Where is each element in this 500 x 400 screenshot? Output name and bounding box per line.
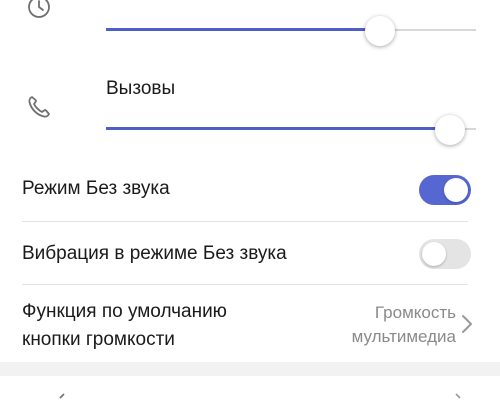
volume-key-function-label-line1: Функция по умолчанию bbox=[22, 301, 227, 322]
section-separator bbox=[0, 362, 500, 376]
volume-key-function-value: Громкость мультимедиа bbox=[352, 301, 456, 349]
volume-key-function-label: Функция по умолчанию кнопки громкости bbox=[22, 298, 227, 354]
slider-fill bbox=[106, 127, 451, 130]
slider-fill bbox=[106, 28, 380, 31]
silent-mode-toggle[interactable] bbox=[419, 175, 471, 205]
slider-thumb[interactable] bbox=[435, 115, 466, 145]
slider-thumb[interactable] bbox=[364, 16, 395, 46]
vibrate-in-silent-row[interactable]: Вибрация в режиме Без звука bbox=[0, 222, 500, 284]
vibrate-in-silent-label: Вибрация в режиме Без звука bbox=[22, 243, 287, 264]
phone-icon bbox=[24, 92, 54, 122]
volume-key-function-value-line1: Громкость bbox=[374, 303, 456, 322]
next-section-row bbox=[0, 376, 500, 400]
sound-settings-screen: Вызовы Режим Без звука Вибрация в режиме… bbox=[0, 0, 500, 400]
calls-volume-label: Вызовы bbox=[106, 78, 176, 99]
toggle-knob bbox=[422, 242, 446, 266]
silent-mode-row[interactable]: Режим Без звука bbox=[0, 160, 500, 220]
vibrate-in-silent-toggle[interactable] bbox=[419, 239, 471, 269]
toggle-knob bbox=[444, 178, 468, 202]
volume-key-function-value-line2: мультимедиа bbox=[351, 327, 456, 346]
chevron-right-icon bbox=[460, 313, 474, 335]
volume-key-function-label-line2: кнопки громкости bbox=[22, 329, 175, 350]
calls-volume-slider[interactable] bbox=[106, 115, 476, 145]
clock-icon bbox=[24, 0, 54, 22]
cropped-content-icon bbox=[59, 393, 461, 399]
silent-mode-label: Режим Без звука bbox=[22, 178, 170, 199]
volume-key-function-row[interactable]: Функция по умолчанию кнопки громкости Гр… bbox=[0, 285, 500, 362]
alarm-volume-slider[interactable] bbox=[106, 16, 476, 46]
